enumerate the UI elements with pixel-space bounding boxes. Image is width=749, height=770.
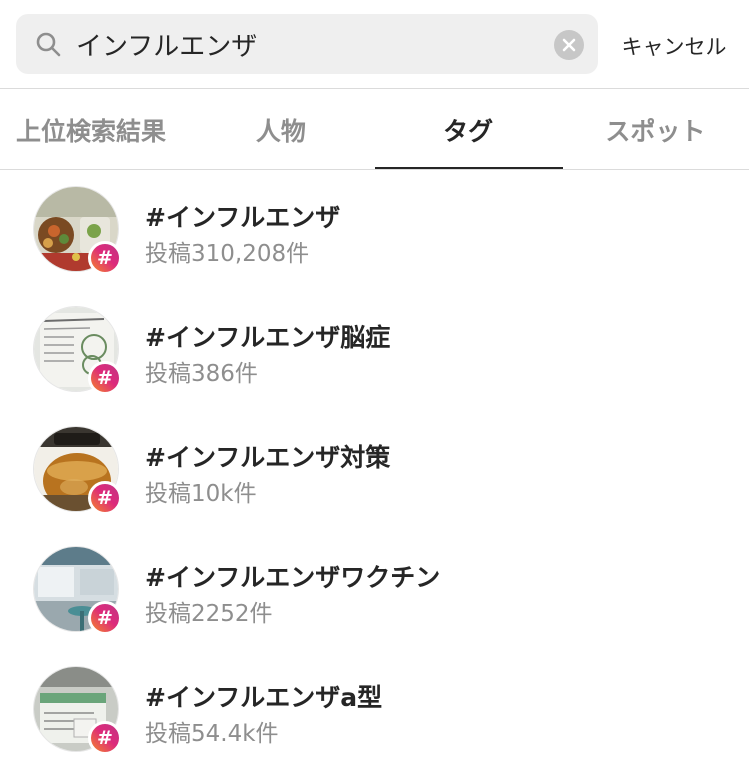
search-tabs: 上位検索結果 人物 タグ スポット <box>0 89 749 170</box>
post-count: 投稿54.4k件 <box>145 721 279 747</box>
list-item[interactable]: # #インフルエンザ対策 投稿10k件 <box>0 410 749 530</box>
tag-name: #インフルエンザ脳症 <box>145 323 391 352</box>
hashtag-icon: # <box>88 241 122 275</box>
hashtag-icon: # <box>88 361 122 395</box>
post-count: 投稿10k件 <box>145 481 257 507</box>
list-item[interactable]: # #インフルエンザワクチン 投稿2252件 <box>0 530 749 650</box>
hashtag-icon: # <box>88 601 122 635</box>
post-count: 投稿2252件 <box>145 601 273 627</box>
tab-places[interactable]: スポット <box>562 89 749 170</box>
tag-name: #インフルエンザ <box>145 203 341 232</box>
hashtag-icon: # <box>88 481 122 515</box>
tab-tags[interactable]: タグ <box>375 89 562 170</box>
post-count: 投稿310,208件 <box>145 241 310 267</box>
close-icon <box>562 38 576 52</box>
tab-top-results[interactable]: 上位検索結果 <box>0 89 187 170</box>
tag-name: #インフルエンザa型 <box>145 683 383 712</box>
search-icon <box>36 32 61 57</box>
clear-search-icon[interactable] <box>554 30 584 60</box>
search-box[interactable] <box>16 14 598 74</box>
tab-people[interactable]: 人物 <box>187 89 374 170</box>
hashtag-icon: # <box>88 721 122 755</box>
tag-results-list: # #インフルエンザ 投稿310,208件 # #インフルエンザ脳症 投稿386… <box>0 170 749 770</box>
search-header: キャンセル <box>0 0 749 88</box>
list-item[interactable]: # #インフルエンザ脳症 投稿386件 <box>0 290 749 410</box>
tag-name: #インフルエンザワクチン <box>145 563 441 592</box>
list-item[interactable]: # #インフルエンザa型 投稿54.4k件 <box>0 650 749 770</box>
list-item[interactable]: # #インフルエンザ 投稿310,208件 <box>0 170 749 290</box>
cancel-button[interactable]: キャンセル <box>618 30 730 64</box>
post-count: 投稿386件 <box>145 361 258 387</box>
search-input[interactable] <box>76 22 546 66</box>
tag-name: #インフルエンザ対策 <box>145 443 391 472</box>
